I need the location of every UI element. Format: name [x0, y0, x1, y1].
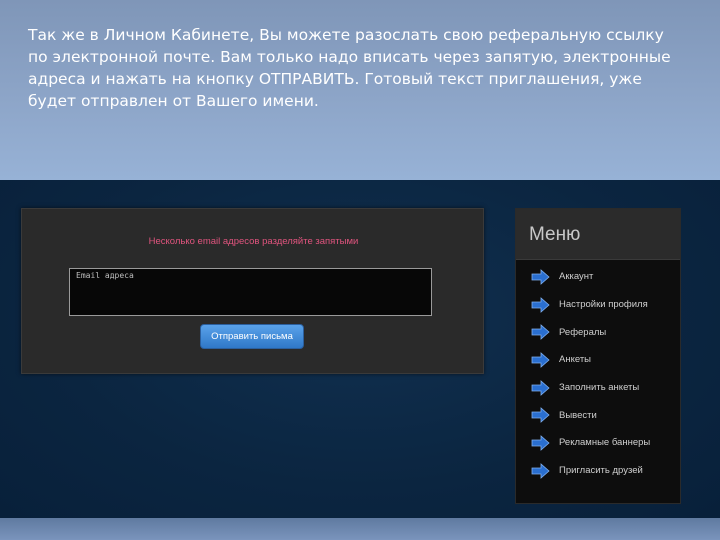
menu-item-label: Рефералы	[559, 326, 607, 338]
menu-item-fill-surveys[interactable]: Заполнить анкеты	[516, 374, 680, 402]
arrow-right-icon	[531, 379, 550, 396]
menu-item-profile-settings[interactable]: Настройки профиля	[516, 291, 680, 319]
menu-item-label: Анкеты	[559, 354, 591, 366]
menu-item-label: Вывести	[559, 409, 597, 421]
slide-description: Так же в Личном Кабинете, Вы можете разо…	[28, 26, 671, 110]
menu-title: Меню	[516, 209, 680, 260]
menu-item-referrals[interactable]: Рефералы	[516, 318, 680, 346]
arrow-right-icon	[531, 296, 550, 313]
sidebar-menu: Меню Аккаунт Настройки профиля Рефералы …	[515, 208, 681, 504]
arrow-right-icon	[531, 268, 550, 285]
arrow-right-icon	[531, 324, 550, 341]
arrow-right-icon	[531, 352, 550, 368]
menu-item-label: Рекламные баннеры	[559, 437, 651, 449]
invite-form-panel: Несколько email адресов разделяйте запят…	[21, 208, 484, 374]
send-emails-button[interactable]: Отправить письма	[200, 324, 304, 349]
menu-item-label: Пригласить друзей	[559, 465, 643, 477]
menu-item-invite-friends[interactable]: Пригласить друзей	[516, 457, 680, 485]
menu-item-label: Заполнить анкеты	[559, 382, 640, 394]
email-addresses-input[interactable]	[69, 268, 432, 316]
menu-item-withdraw[interactable]: Вывести	[516, 401, 680, 429]
menu-item-account[interactable]: Аккаунт	[516, 263, 680, 291]
menu-list: Аккаунт Настройки профиля Рефералы Анкет…	[516, 260, 680, 485]
arrow-right-icon	[531, 407, 550, 424]
menu-item-label: Настройки профиля	[559, 299, 648, 311]
arrow-right-icon	[531, 435, 550, 451]
menu-item-label: Аккаунт	[559, 271, 594, 283]
menu-item-surveys[interactable]: Анкеты	[516, 346, 680, 374]
slide-footer-strip	[0, 518, 720, 540]
menu-item-banners[interactable]: Рекламные баннеры	[516, 429, 680, 457]
email-hint-text: Несколько email адресов разделяйте запят…	[148, 236, 359, 247]
arrow-right-icon	[531, 462, 550, 479]
